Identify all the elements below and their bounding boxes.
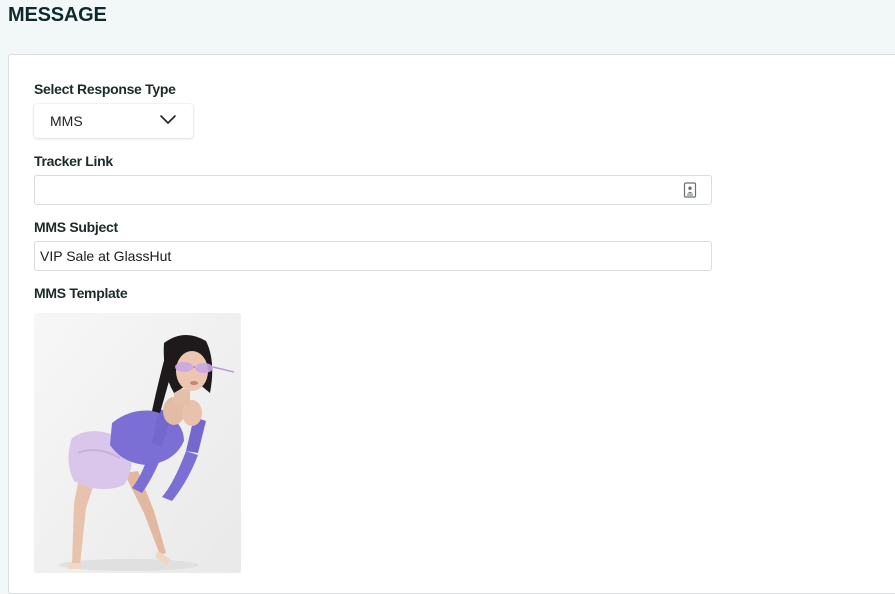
- chevron-down-icon: [160, 115, 176, 124]
- tracker-link-input[interactable]: [34, 175, 712, 205]
- mms-template-label: MMS Template: [34, 285, 128, 301]
- message-card: Select Response Type MMS Tracker Link MM…: [8, 54, 895, 594]
- response-type-select[interactable]: MMS: [34, 104, 193, 138]
- mms-subject-input[interactable]: [34, 241, 712, 271]
- page-title: MESSAGE: [8, 4, 107, 26]
- response-type-label: Select Response Type: [34, 81, 176, 97]
- contact-card-icon[interactable]: [683, 182, 697, 198]
- mms-template-image[interactable]: [34, 313, 241, 573]
- response-type-value: MMS: [50, 113, 83, 129]
- tracker-link-label: Tracker Link: [34, 153, 113, 169]
- mms-subject-label: MMS Subject: [34, 219, 118, 235]
- model-photo-illustration: [34, 313, 241, 573]
